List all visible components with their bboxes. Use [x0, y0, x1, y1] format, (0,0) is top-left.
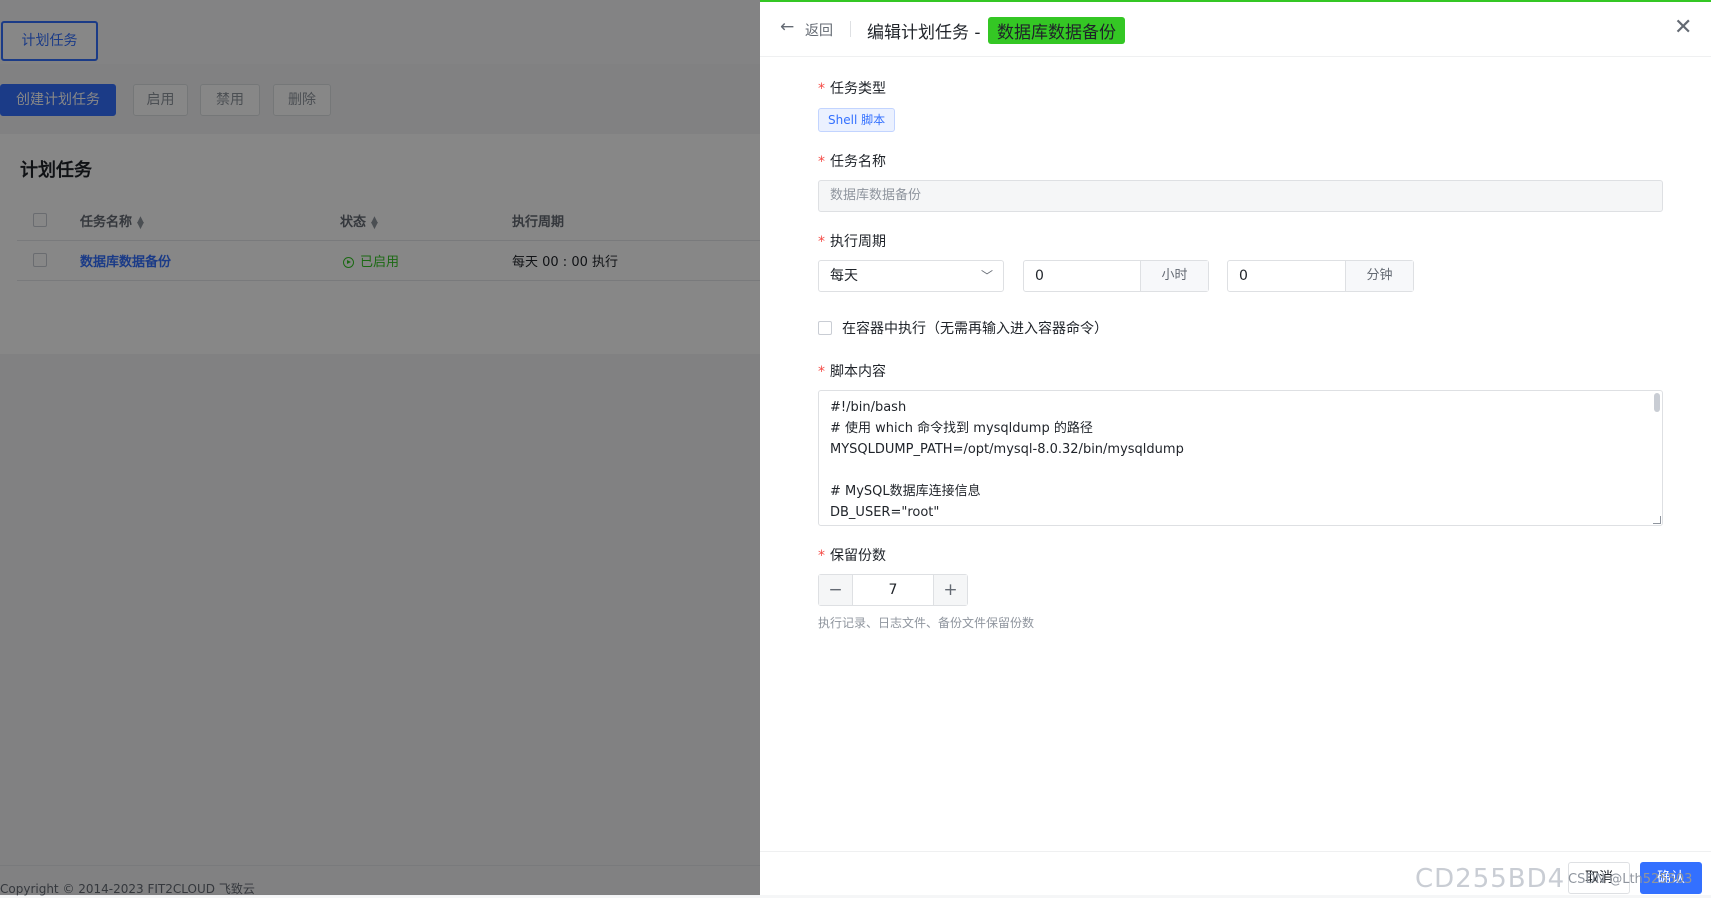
header-divider — [850, 21, 851, 37]
increment-button[interactable]: + — [933, 575, 967, 605]
cycle-label: * 执行周期 — [818, 234, 886, 250]
chevron-down-icon: ﹀ — [980, 269, 993, 283]
hour-unit-addon: 小时 — [1140, 261, 1208, 291]
back-button[interactable]: 返回 — [805, 20, 833, 40]
drawer-footer: CD255BD4 取消 确认 CSDN @Lth525503 — [760, 851, 1711, 898]
watermark-code: CD255BD4 — [1415, 864, 1566, 894]
retention-stepper: − 7 + — [818, 574, 968, 606]
resize-handle-icon[interactable] — [1653, 516, 1661, 524]
retention-hint: 执行记录、日志文件、备份文件保留份数 — [818, 616, 1035, 630]
close-icon[interactable]: ✕ — [1674, 15, 1692, 40]
task-type-label: * 任务类型 — [818, 81, 886, 97]
script-textarea[interactable]: #!/bin/bash # 使用 which 命令找到 mysqldump 的路… — [818, 390, 1663, 526]
retention-input[interactable]: 7 — [852, 575, 934, 605]
hour-input[interactable]: 0 小时 — [1023, 260, 1209, 292]
minute-unit-addon: 分钟 — [1345, 261, 1413, 291]
drawer-title: 编辑计划任务 - 数据库数据备份 — [867, 17, 1125, 44]
modal-overlay[interactable] — [0, 0, 760, 895]
cycle-frequency-select[interactable]: 每天 ﹀ — [818, 260, 1004, 292]
task-type-tag: Shell 脚本 — [818, 108, 896, 132]
textarea-scrollbar[interactable] — [1654, 393, 1660, 412]
edit-task-drawer: ← 返回 编辑计划任务 - 数据库数据备份 ✕ * 任务类型 Shell 脚本 *… — [760, 0, 1711, 895]
task-name-label: * 任务名称 — [818, 154, 886, 170]
task-name-tag: 数据库数据备份 — [987, 17, 1125, 44]
back-arrow-icon[interactable]: ← — [780, 17, 794, 37]
minute-input[interactable]: 0 分钟 — [1227, 260, 1414, 292]
watermark-csdn: CSDN @Lth525503 — [1568, 872, 1693, 887]
decrement-button[interactable]: − — [819, 575, 853, 605]
script-label: * 脚本内容 — [818, 364, 886, 380]
run-in-container-checkbox[interactable]: 在容器中执行（无需再输入进入容器命令） — [818, 318, 1108, 338]
checkbox-icon[interactable] — [818, 321, 832, 335]
task-name-input: 数据库数据备份 — [818, 180, 1663, 212]
retention-label: * 保留份数 — [818, 548, 886, 564]
drawer-header: ← 返回 编辑计划任务 - 数据库数据备份 ✕ — [760, 2, 1711, 57]
